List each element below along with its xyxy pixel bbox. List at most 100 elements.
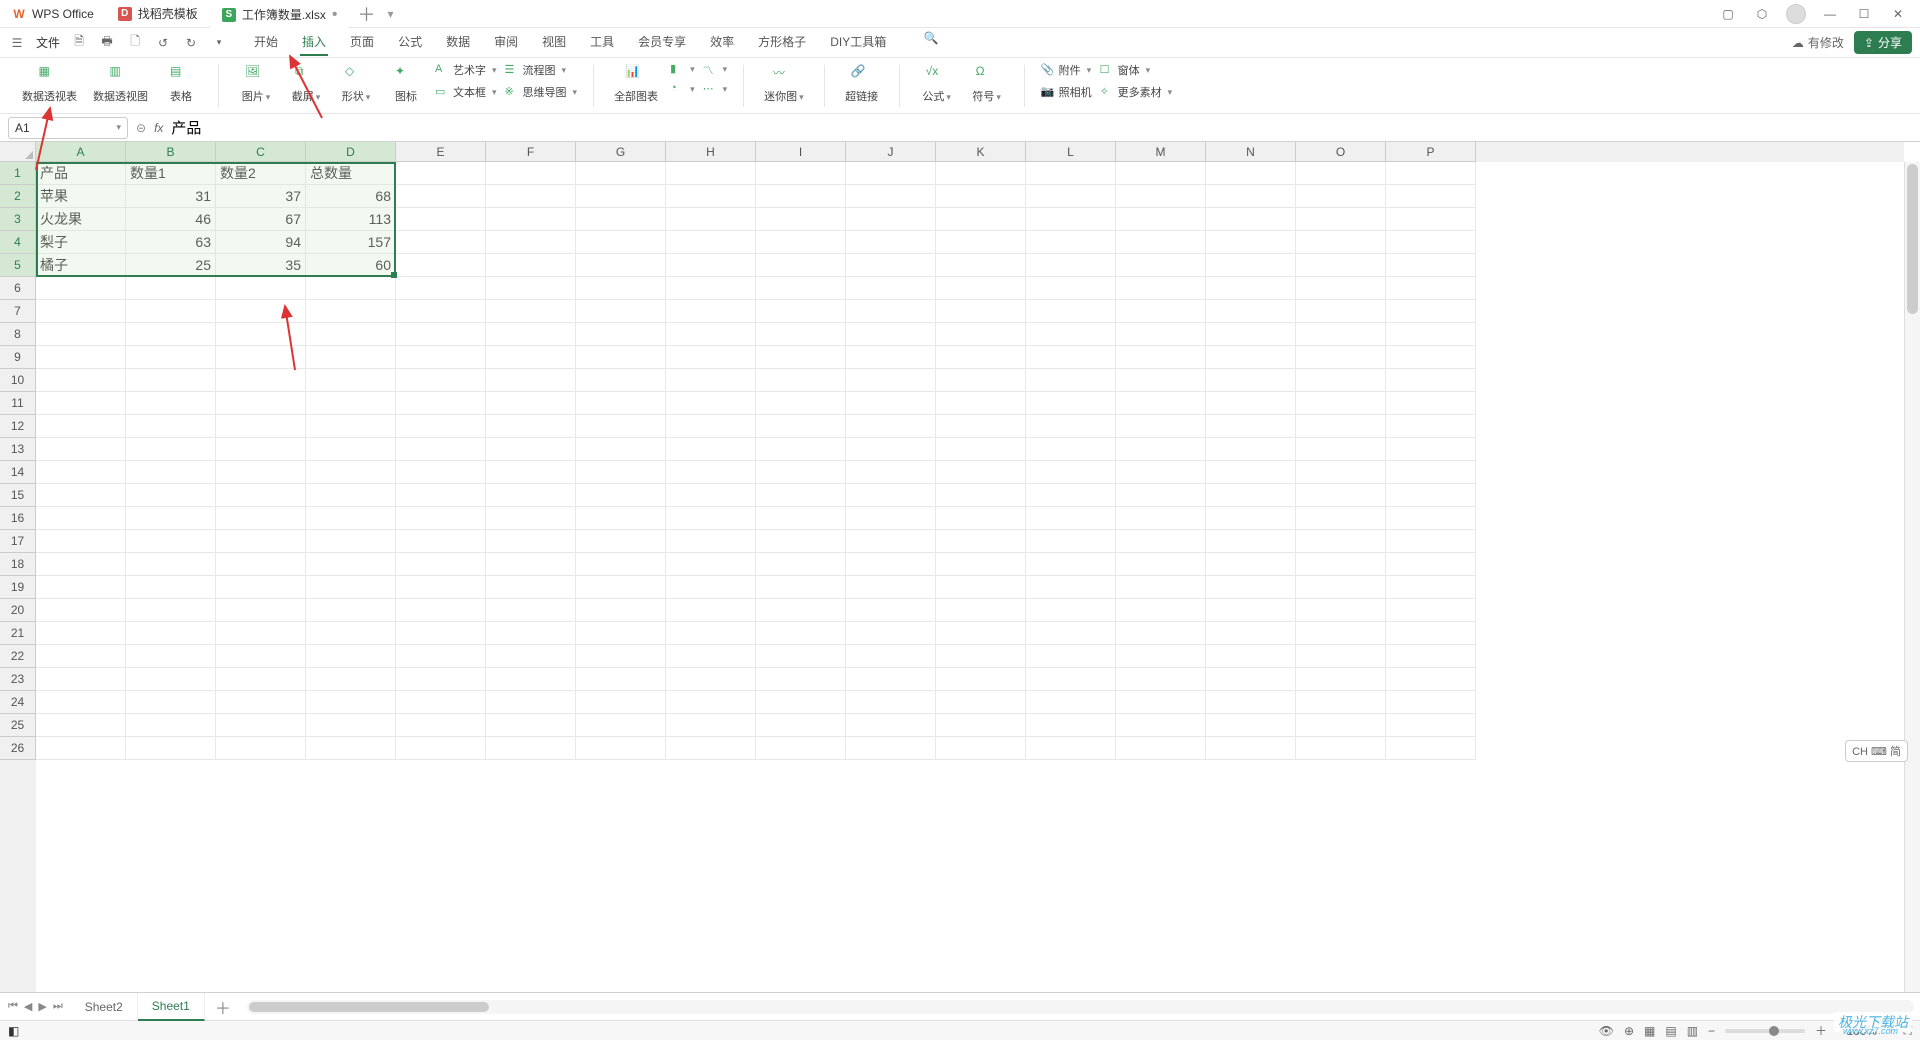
cell[interactable] [666, 300, 756, 323]
column-header[interactable]: K [936, 142, 1026, 162]
cell[interactable] [576, 369, 666, 392]
cell[interactable] [846, 369, 936, 392]
row-header[interactable]: 14 [0, 461, 36, 484]
cell[interactable] [396, 185, 486, 208]
cell[interactable] [36, 461, 126, 484]
row-header[interactable]: 26 [0, 737, 36, 760]
cell[interactable] [576, 714, 666, 737]
cell[interactable] [126, 691, 216, 714]
menu-review[interactable]: 审阅 [492, 29, 520, 56]
cell[interactable] [1296, 714, 1386, 737]
cell[interactable] [1206, 599, 1296, 622]
cell[interactable] [396, 162, 486, 185]
cell[interactable] [306, 507, 396, 530]
cell[interactable] [1296, 185, 1386, 208]
cell[interactable] [486, 645, 576, 668]
cell[interactable] [306, 415, 396, 438]
line-chart-button[interactable]: 〽▾ [703, 62, 728, 76]
row-header[interactable]: 8 [0, 323, 36, 346]
cell[interactable] [306, 369, 396, 392]
menu-insert[interactable]: 插入 [300, 29, 328, 56]
wordart-button[interactable]: A艺术字▾ [435, 62, 497, 78]
menu-efficiency[interactable]: 效率 [708, 29, 736, 56]
cell[interactable] [306, 714, 396, 737]
column-header[interactable]: E [396, 142, 486, 162]
cell[interactable] [216, 691, 306, 714]
cell[interactable] [1116, 346, 1206, 369]
cell[interactable] [486, 668, 576, 691]
cell[interactable] [666, 622, 756, 645]
cell[interactable] [1026, 254, 1116, 277]
cell[interactable] [936, 691, 1026, 714]
cell[interactable] [576, 668, 666, 691]
cell[interactable] [846, 737, 936, 760]
sheet-nav-last-icon[interactable]: ⏭ [53, 1000, 63, 1013]
cell[interactable] [1116, 208, 1206, 231]
cell[interactable]: 94 [216, 231, 306, 254]
cell[interactable] [36, 277, 126, 300]
cell[interactable] [396, 392, 486, 415]
cell[interactable] [1116, 576, 1206, 599]
cell[interactable] [396, 369, 486, 392]
cell[interactable] [576, 277, 666, 300]
cell[interactable] [396, 346, 486, 369]
cell[interactable] [666, 714, 756, 737]
cell[interactable] [306, 392, 396, 415]
cell[interactable] [216, 392, 306, 415]
cell[interactable] [216, 737, 306, 760]
cell[interactable] [576, 185, 666, 208]
cell[interactable] [576, 323, 666, 346]
cell[interactable] [36, 346, 126, 369]
cell[interactable] [576, 254, 666, 277]
scroll-thumb[interactable] [1907, 164, 1918, 314]
cell[interactable] [396, 553, 486, 576]
cell[interactable] [1116, 231, 1206, 254]
cell[interactable] [576, 231, 666, 254]
cell[interactable] [846, 599, 936, 622]
symbol-button[interactable]: Ω 符号▾ [966, 62, 1008, 106]
cell[interactable] [126, 438, 216, 461]
share-button[interactable]: ⇪ 分享 [1854, 31, 1912, 54]
attachment-button[interactable]: 📎附件▾ [1041, 62, 1092, 78]
cell[interactable]: 46 [126, 208, 216, 231]
textbox-button[interactable]: ▭文本框▾ [435, 84, 497, 100]
column-header[interactable]: J [846, 142, 936, 162]
cell[interactable] [126, 737, 216, 760]
cell[interactable] [306, 346, 396, 369]
cell[interactable] [126, 323, 216, 346]
cell[interactable] [1116, 461, 1206, 484]
app-tab-workbook[interactable]: S 工作簿数量.xlsx • [210, 0, 350, 28]
cell[interactable] [576, 645, 666, 668]
cell[interactable] [36, 622, 126, 645]
cell[interactable] [396, 691, 486, 714]
cell[interactable] [936, 277, 1026, 300]
cell[interactable] [756, 576, 846, 599]
cell[interactable] [936, 254, 1026, 277]
cell[interactable] [396, 530, 486, 553]
cell[interactable] [1296, 553, 1386, 576]
cell[interactable] [486, 254, 576, 277]
cell[interactable] [1206, 277, 1296, 300]
cell[interactable] [1026, 369, 1116, 392]
cell[interactable] [486, 622, 576, 645]
print-icon[interactable]: 🖶 [98, 34, 116, 52]
cell[interactable] [666, 415, 756, 438]
cell[interactable] [1116, 484, 1206, 507]
cell[interactable] [1026, 323, 1116, 346]
cell[interactable] [36, 323, 126, 346]
cell[interactable] [756, 507, 846, 530]
cell[interactable] [936, 668, 1026, 691]
cell[interactable] [1116, 185, 1206, 208]
cell[interactable]: 35 [216, 254, 306, 277]
cell[interactable] [486, 162, 576, 185]
cell[interactable] [1206, 507, 1296, 530]
cell[interactable] [756, 484, 846, 507]
cell[interactable] [306, 484, 396, 507]
cell[interactable] [1206, 185, 1296, 208]
cell[interactable] [1206, 231, 1296, 254]
cell[interactable] [666, 507, 756, 530]
mindmap-button[interactable]: ※思维导图▾ [505, 84, 578, 100]
cell[interactable] [756, 162, 846, 185]
cell[interactable] [126, 714, 216, 737]
cell[interactable] [396, 300, 486, 323]
